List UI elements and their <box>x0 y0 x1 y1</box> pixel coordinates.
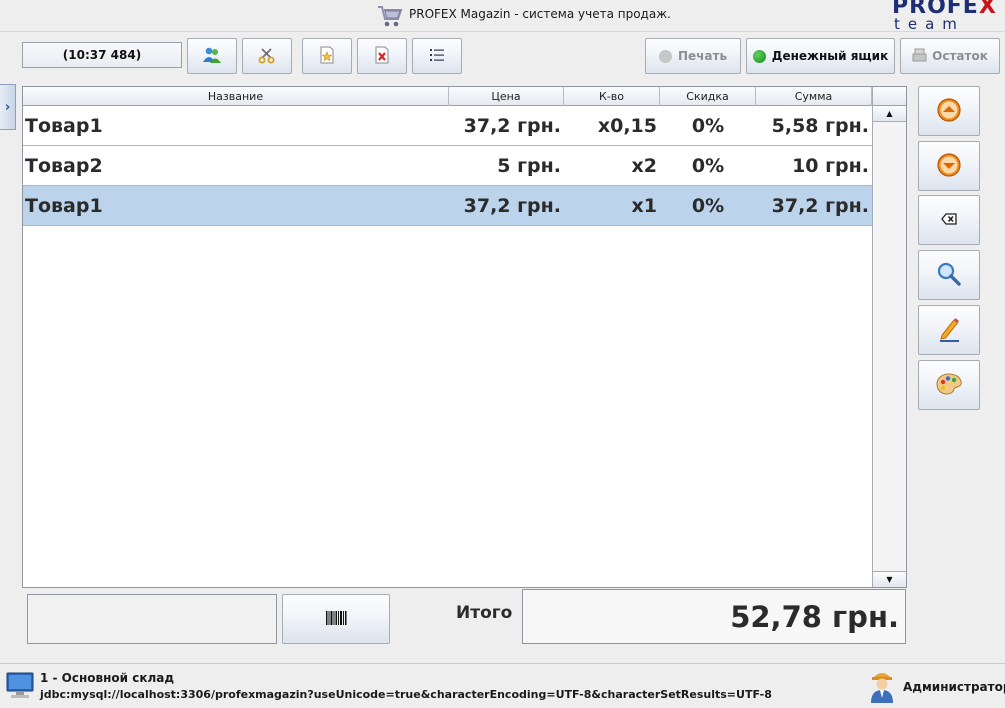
cash-drawer-label: Денежный ящик <box>771 49 889 63</box>
cell-price: 37,2 грн. <box>463 194 561 217</box>
cell-qty: x2 <box>631 154 657 177</box>
current-user: Администратор1 <box>903 680 1005 694</box>
computer-icon <box>5 670 35 700</box>
table-row-selected[interactable]: Товар1 37,2 грн. x1 0% 37,2 грн. <box>23 186 872 226</box>
vertical-scrollbar[interactable]: ▲ ▼ <box>872 87 906 587</box>
list-icon <box>429 48 445 65</box>
palette-icon <box>935 372 963 399</box>
table-row[interactable]: Товар1 37,2 грн. x0,15 0% 5,58 грн. <box>23 106 872 146</box>
clear-button[interactable] <box>918 195 980 245</box>
remainder-button[interactable]: Остаток <box>900 38 1000 74</box>
arrow-up-icon: ▲ <box>886 109 893 118</box>
connection-string: jdbc:mysql://localhost:3306/profexmagazi… <box>40 688 772 701</box>
cell-name: Товар2 <box>25 154 103 177</box>
table-row[interactable]: Товар2 5 грн. x2 0% 10 грн. <box>23 146 872 186</box>
move-down-icon <box>936 152 962 181</box>
arrow-down-icon: ▼ <box>886 575 893 584</box>
remainder-label: Остаток <box>932 49 988 63</box>
column-header-qty[interactable]: К-во <box>564 87 660 106</box>
theme-button[interactable] <box>918 360 980 410</box>
column-header-name[interactable]: Название <box>23 87 449 106</box>
edit-button[interactable] <box>918 305 980 355</box>
scroll-down-button[interactable]: ▼ <box>873 571 906 587</box>
column-header-sum[interactable]: Сумма <box>756 87 872 106</box>
search-button[interactable] <box>918 250 980 300</box>
cut-button[interactable] <box>242 38 292 74</box>
list-button[interactable] <box>412 38 462 74</box>
clock-display: (10:37 484) <box>22 42 182 68</box>
status-indicator-icon <box>658 49 672 63</box>
title-divider <box>0 31 1005 32</box>
cell-qty: x1 <box>631 194 657 217</box>
sales-table[interactable]: Название Цена К-во Скидка Сумма Товар1 3… <box>22 86 907 588</box>
scissors-icon <box>258 46 276 67</box>
new-document-icon <box>319 46 335 67</box>
column-header-discount[interactable]: Скидка <box>660 87 756 106</box>
search-icon <box>936 261 962 290</box>
print-button[interactable]: Печать <box>645 38 741 74</box>
side-panel-toggle[interactable]: › <box>0 84 16 130</box>
chevron-right-icon: › <box>4 99 11 115</box>
shopping-cart-icon <box>376 2 404 30</box>
clear-icon <box>941 212 957 228</box>
delete-document-button[interactable] <box>357 38 407 74</box>
cell-discount: 0% <box>691 154 725 177</box>
barcode-icon <box>325 610 347 629</box>
scroll-up-button[interactable]: ▲ <box>873 106 906 122</box>
cell-sum: 37,2 грн. <box>771 194 869 217</box>
warehouse-label: 1 - Основной склад <box>40 671 175 685</box>
delete-document-icon <box>374 46 390 67</box>
move-down-button[interactable] <box>918 141 980 191</box>
cell-discount: 0% <box>691 114 725 137</box>
edit-icon <box>936 316 962 345</box>
total-value: 52,78 грн. <box>522 589 906 644</box>
brand-logo: PROFEX team <box>890 0 1005 34</box>
total-label: Итого <box>456 603 513 623</box>
header-corner <box>873 87 906 106</box>
cash-register-icon <box>912 48 927 65</box>
users-icon <box>202 46 222 67</box>
cell-price: 37,2 грн. <box>463 114 561 137</box>
status-indicator-icon <box>752 49 766 63</box>
column-header-price[interactable]: Цена <box>449 87 564 106</box>
user-icon <box>868 668 896 704</box>
cell-name: Товар1 <box>25 114 103 137</box>
cell-qty: x0,15 <box>597 114 657 137</box>
table-header: Название Цена К-во Скидка Сумма <box>23 87 872 106</box>
move-up-icon <box>936 97 962 126</box>
cell-sum: 10 грн. <box>792 154 869 177</box>
move-up-button[interactable] <box>918 86 980 136</box>
barcode-scan-button[interactable] <box>282 594 390 644</box>
window-title: PROFEX Magazin - система учета продаж. <box>409 7 671 21</box>
cell-sum: 5,58 грн. <box>771 114 869 137</box>
status-divider <box>0 663 1005 664</box>
cell-discount: 0% <box>691 194 725 217</box>
customers-button[interactable] <box>187 38 237 74</box>
cash-drawer-button[interactable]: Денежный ящик <box>746 38 895 74</box>
cell-price: 5 грн. <box>497 154 561 177</box>
print-label: Печать <box>677 49 728 63</box>
cell-name: Товар1 <box>25 194 103 217</box>
barcode-input[interactable] <box>27 594 277 644</box>
new-document-button[interactable] <box>302 38 352 74</box>
table-body: Товар1 37,2 грн. x0,15 0% 5,58 грн. Това… <box>23 106 872 226</box>
